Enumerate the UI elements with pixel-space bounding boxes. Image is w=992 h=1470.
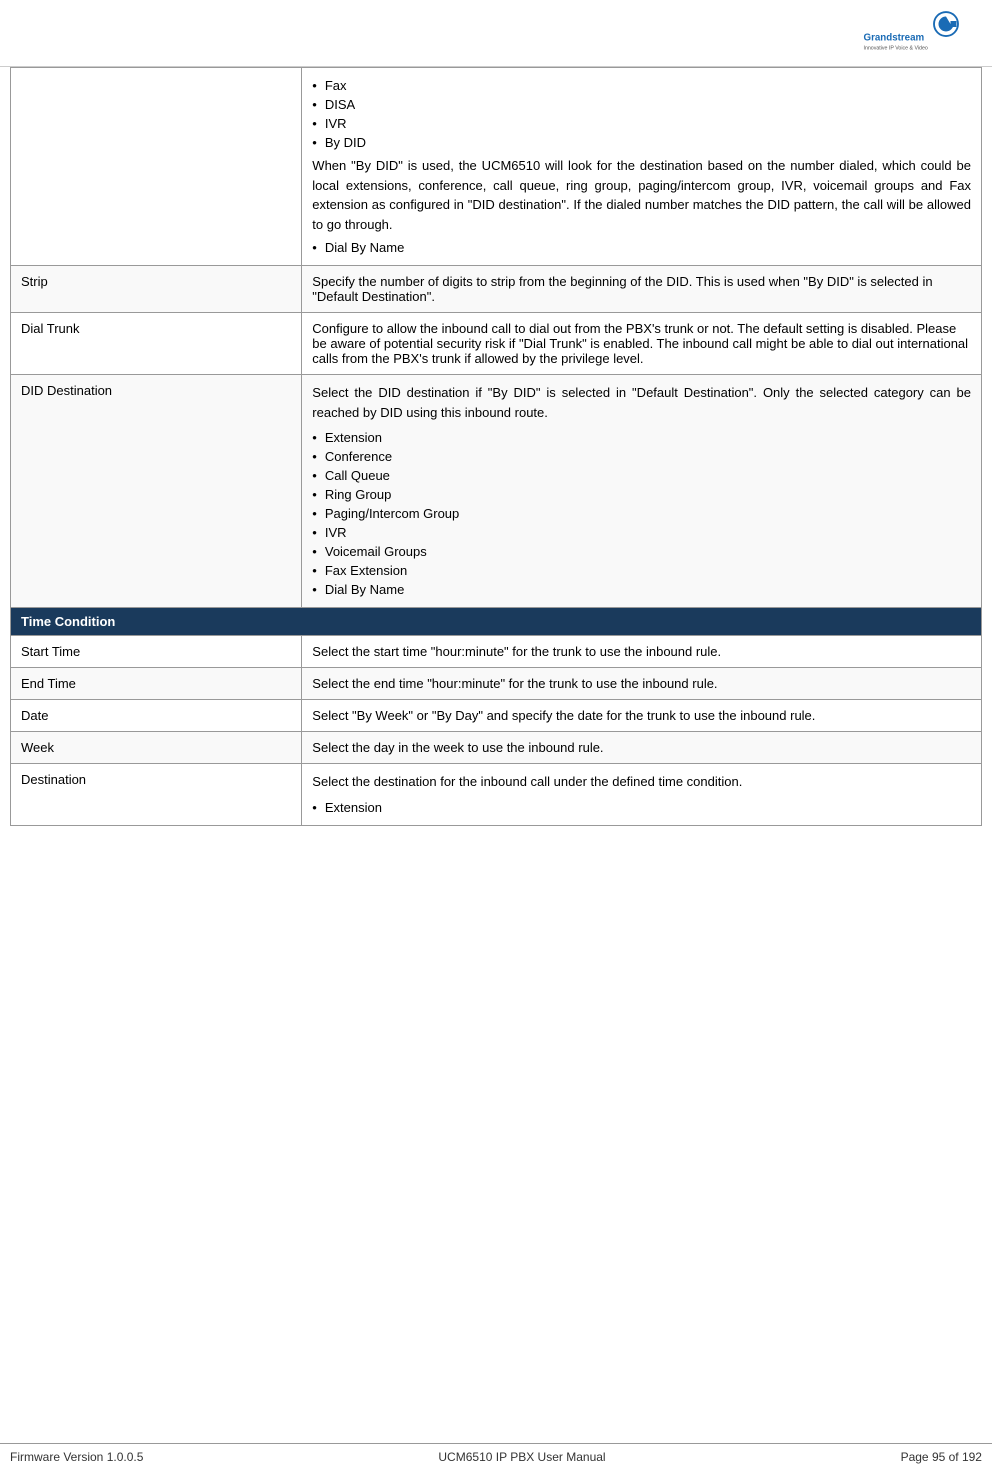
list-item-by-did: By DID <box>312 133 971 152</box>
svg-text:Grandstream: Grandstream <box>864 33 925 44</box>
list-item-ring-group: Ring Group <box>312 485 971 504</box>
list-item-paging: Paging/Intercom Group <box>312 504 971 523</box>
grandstream-logo: Grandstream Innovative IP Voice & Video <box>856 8 976 58</box>
page-header: Grandstream Innovative IP Voice & Video <box>0 0 992 67</box>
list-item-ivr: IVR <box>312 114 971 133</box>
footer-firmware: Firmware Version 1.0.0.5 <box>10 1450 143 1464</box>
list-item-dest-extension: Extension <box>312 798 971 817</box>
start-time-row: Start Time Select the start time "hour:m… <box>11 636 982 668</box>
time-condition-header: Time Condition <box>11 608 982 636</box>
list-item-fax: Fax <box>312 76 971 95</box>
strip-desc: Specify the number of digits to strip fr… <box>302 266 982 313</box>
destination-row: Destination Select the destination for t… <box>11 764 982 826</box>
date-label: Date <box>11 700 302 732</box>
footer-page: Page 95 of 192 <box>901 1450 982 1464</box>
list-item-dial-by-name2: Dial By Name <box>312 580 971 599</box>
start-time-label: Start Time <box>11 636 302 668</box>
start-time-desc: Select the start time "hour:minute" for … <box>302 636 982 668</box>
destination-text: Select the destination for the inbound c… <box>312 772 971 792</box>
end-time-label: End Time <box>11 668 302 700</box>
svg-text:Innovative IP Voice & Video: Innovative IP Voice & Video <box>864 46 928 52</box>
date-desc: Select "By Week" or "By Day" and specify… <box>302 700 982 732</box>
list-item-conference: Conference <box>312 447 971 466</box>
strip-label: Strip <box>11 266 302 313</box>
page-footer: Firmware Version 1.0.0.5 UCM6510 IP PBX … <box>0 1443 992 1470</box>
content-table: Fax DISA IVR By DID When "By DID" is use… <box>10 67 982 826</box>
time-condition-label: Time Condition <box>11 608 982 636</box>
fax-row: Fax DISA IVR By DID When "By DID" is use… <box>11 68 982 266</box>
main-content: Fax DISA IVR By DID When "By DID" is use… <box>0 67 992 1433</box>
destination-desc: Select the destination for the inbound c… <box>302 764 982 826</box>
list-item-dial-by-name: Dial By Name <box>312 238 971 257</box>
did-destination-text: Select the DID destination if "By DID" i… <box>312 383 971 422</box>
fax-row-label <box>11 68 302 266</box>
week-row: Week Select the day in the week to use t… <box>11 732 982 764</box>
dial-trunk-label: Dial Trunk <box>11 313 302 375</box>
fax-list: Fax DISA IVR By DID <box>312 76 971 152</box>
list-item-voicemail: Voicemail Groups <box>312 542 971 561</box>
date-text: Select "By Week" or "By Day" and specify… <box>312 708 815 723</box>
by-did-description: When "By DID" is used, the UCM6510 will … <box>312 156 971 234</box>
start-time-text: Select the start time "hour:minute" for … <box>312 644 721 659</box>
end-time-text: Select the end time "hour:minute" for th… <box>312 676 717 691</box>
did-destination-list: Extension Conference Call Queue Ring Gro… <box>312 428 971 599</box>
list-item-extension: Extension <box>312 428 971 447</box>
dial-trunk-desc: Configure to allow the inbound call to d… <box>302 313 982 375</box>
list-item-call-queue: Call Queue <box>312 466 971 485</box>
did-destination-label: DID Destination <box>11 375 302 608</box>
page-wrapper: Grandstream Innovative IP Voice & Video … <box>0 0 992 1470</box>
did-destination-desc: Select the DID destination if "By DID" i… <box>302 375 982 608</box>
date-row: Date Select "By Week" or "By Day" and sp… <box>11 700 982 732</box>
dial-trunk-text: Configure to allow the inbound call to d… <box>312 321 968 366</box>
destination-list: Extension <box>312 798 971 817</box>
end-time-desc: Select the end time "hour:minute" for th… <box>302 668 982 700</box>
did-destination-row: DID Destination Select the DID destinati… <box>11 375 982 608</box>
dial-trunk-row: Dial Trunk Configure to allow the inboun… <box>11 313 982 375</box>
list-item-disa: DISA <box>312 95 971 114</box>
footer-title: UCM6510 IP PBX User Manual <box>438 1450 605 1464</box>
dial-by-name-list: Dial By Name <box>312 238 971 257</box>
logo-area: Grandstream Innovative IP Voice & Video <box>856 8 976 58</box>
list-item-fax-ext: Fax Extension <box>312 561 971 580</box>
strip-row: Strip Specify the number of digits to st… <box>11 266 982 313</box>
week-text: Select the day in the week to use the in… <box>312 740 603 755</box>
week-desc: Select the day in the week to use the in… <box>302 732 982 764</box>
fax-row-desc: Fax DISA IVR By DID When "By DID" is use… <box>302 68 982 266</box>
end-time-row: End Time Select the end time "hour:minut… <box>11 668 982 700</box>
week-label: Week <box>11 732 302 764</box>
destination-label: Destination <box>11 764 302 826</box>
strip-text: Specify the number of digits to strip fr… <box>312 274 932 304</box>
list-item-ivr2: IVR <box>312 523 971 542</box>
